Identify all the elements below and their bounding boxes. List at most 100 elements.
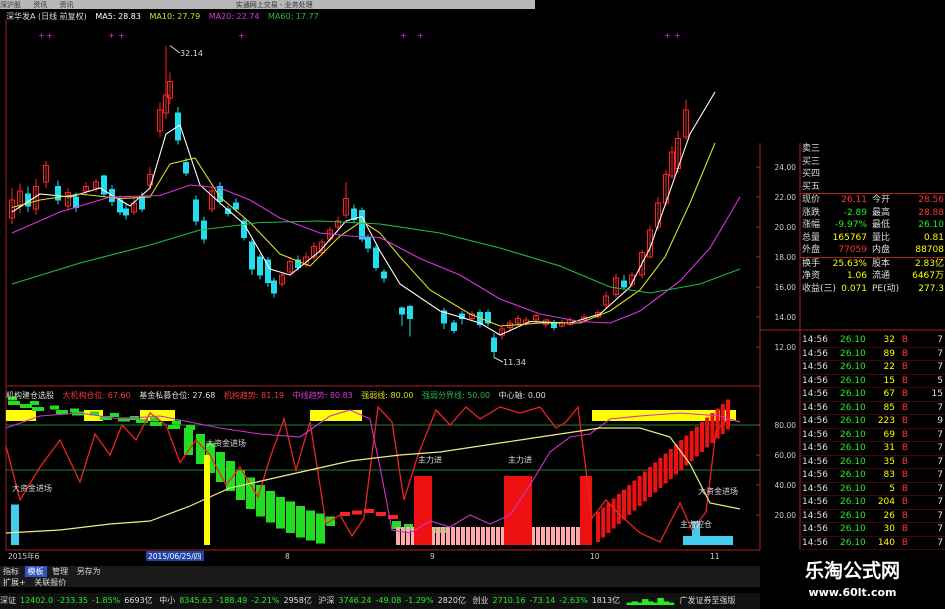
tick-count: 7 (937, 456, 943, 467)
ma-legend: 深华发A (日线 前复权) MA5: 28.83 MA10: 27.79 MA2… (6, 11, 325, 22)
tab-template[interactable]: 模板 (24, 566, 47, 577)
tick-volume: 69 (883, 429, 895, 440)
sub-tabbar: 扩展+ 关联报价 (0, 577, 760, 587)
divide-line: 强弱分界线: 50.00 (421, 391, 491, 400)
tab-indicator[interactable]: 指标 (0, 566, 22, 577)
green-hist-bar (32, 407, 44, 411)
tick-count: 7 (937, 524, 943, 534)
sh-label: 沪深 (318, 596, 335, 605)
tick-row: 14:56 26.10 22 B 7 (800, 361, 945, 375)
tick-price: 26.10 (840, 348, 866, 359)
tick-time: 14:56 (802, 497, 828, 507)
signal-bars-icon: ▂▃▂▅▃▂▆▃▂ (626, 596, 674, 605)
annotation-big-entry: 大资金进场 (206, 438, 246, 448)
tab-extend[interactable]: 扩展+ (0, 577, 29, 588)
high-label: 32.14 (180, 49, 203, 58)
tick-time: 14:56 (802, 443, 828, 453)
price-axis-label: 12.00 (775, 343, 797, 352)
tab-related-quote[interactable]: 关联报价 (31, 577, 69, 588)
tick-volume: 35 (883, 456, 895, 467)
tick-count: 15 (931, 389, 943, 399)
candle-body (249, 241, 255, 270)
green-hist-bar (56, 410, 68, 414)
quote-value: 88708 (915, 245, 944, 255)
menu-item-market[interactable]: 深沪股 (0, 1, 21, 9)
red-hist-bar (642, 471, 647, 502)
menu-item-news[interactable]: 资讯 (33, 1, 47, 9)
price-axis-label: 22.00 (775, 193, 797, 202)
top-marker: + (38, 31, 45, 40)
tick-count: 7 (937, 402, 943, 413)
tick-volume: 30 (883, 524, 895, 534)
red-hist-bar (352, 510, 362, 515)
top-marker: + (118, 31, 125, 40)
tab-manage[interactable]: 管理 (49, 566, 71, 577)
tick-direction: B (901, 362, 908, 372)
red-hist-bar (726, 399, 730, 430)
quote-label: 收益(三) (802, 283, 837, 294)
top-marker: + (674, 31, 681, 40)
tick-price: 26.10 (840, 537, 866, 548)
cy-value: 2710.16 (492, 596, 526, 605)
tab-save-as[interactable]: 另存为 (74, 566, 104, 577)
tick-list[interactable]: 14:56 26.10 32 B 7 14:56 26.10 89 B 7 14:56 26.10 22… (800, 334, 945, 550)
watermark-url: www.60lt.com (808, 586, 897, 599)
high-pointer (169, 45, 181, 54)
sz-change: -233.35 (57, 596, 88, 605)
tick-volume: 223 (877, 416, 895, 426)
pink-hist-bar (441, 527, 445, 545)
pink-hist-bar (571, 527, 575, 545)
pink-hist-bar (546, 527, 550, 545)
tick-price: 26.10 (840, 524, 866, 534)
buy3-label: 买三 (802, 156, 821, 167)
quote-label: 内盘 (872, 245, 891, 255)
ind-axis-label: 40.00 (775, 481, 797, 490)
tick-row: 14:56 26.10 30 B 7 (800, 523, 945, 537)
tick-direction: B (901, 537, 908, 548)
main-force-bar (504, 476, 532, 545)
tick-price: 26.10 (840, 362, 866, 372)
annotation-big-entry: 大资金进场 (12, 483, 52, 493)
pink-hist-bar (456, 527, 460, 545)
pink-hist-bar (401, 527, 405, 545)
quote-row: 收益(三) 0.071 PE(动) 277.3 (800, 283, 945, 296)
tick-row: 14:56 26.10 69 B 7 (800, 429, 945, 442)
top-marker: + (400, 31, 407, 40)
tick-price: 26.10 (840, 456, 866, 467)
ind-axis-label: 20.00 (775, 511, 797, 520)
zx-change: -188.49 (216, 596, 248, 605)
zx-label: 中小 (159, 596, 176, 605)
quote-label: 涨跌 (802, 207, 821, 218)
tick-row: 14:56 26.10 140 B 7 (800, 537, 945, 550)
red-hist-bar (720, 404, 725, 434)
quote-value: 0.81 (923, 232, 944, 243)
red-hist-bar (611, 498, 616, 529)
tick-direction: B (901, 524, 908, 534)
zx-value: 8345.63 (179, 596, 213, 605)
quote-value: 6467万 (912, 271, 944, 281)
tick-volume: 22 (883, 362, 895, 372)
green-hist-bar (306, 513, 315, 541)
quote-label: 量比 (872, 232, 891, 243)
tick-direction: B (901, 416, 908, 426)
tick-price: 26.10 (840, 416, 866, 426)
hold-marker-bar (683, 536, 733, 545)
red-hist-bar (340, 512, 350, 516)
main-force-bar (414, 476, 432, 545)
tick-count: 7 (937, 443, 943, 453)
cy-label: 创业 (472, 596, 489, 605)
quote-value: 277.3 (918, 283, 944, 294)
candle-body (621, 280, 627, 288)
ma20-value: MA20: 22.74 (208, 12, 260, 21)
fund-position: 基金私募仓位: 27.68 (139, 391, 216, 400)
quote-value: 26.10 (918, 220, 944, 230)
pink-hist-bar (476, 527, 480, 545)
quote-row: 净资 1.06 流通 6467万 (800, 270, 945, 283)
tick-row: 14:56 26.10 15 B 5 (800, 375, 945, 388)
tick-direction: B (901, 483, 908, 494)
quote-panel: 卖三 买三 买四 买五 现价 26.11 今开 28.56 涨跌 -2.89 最高 28.88… (800, 143, 945, 295)
menu-item-info[interactable]: 资讯 (59, 1, 73, 9)
top-marker: + (664, 31, 671, 40)
tick-time: 14:56 (802, 456, 828, 467)
quote-value: 26.11 (841, 195, 867, 205)
